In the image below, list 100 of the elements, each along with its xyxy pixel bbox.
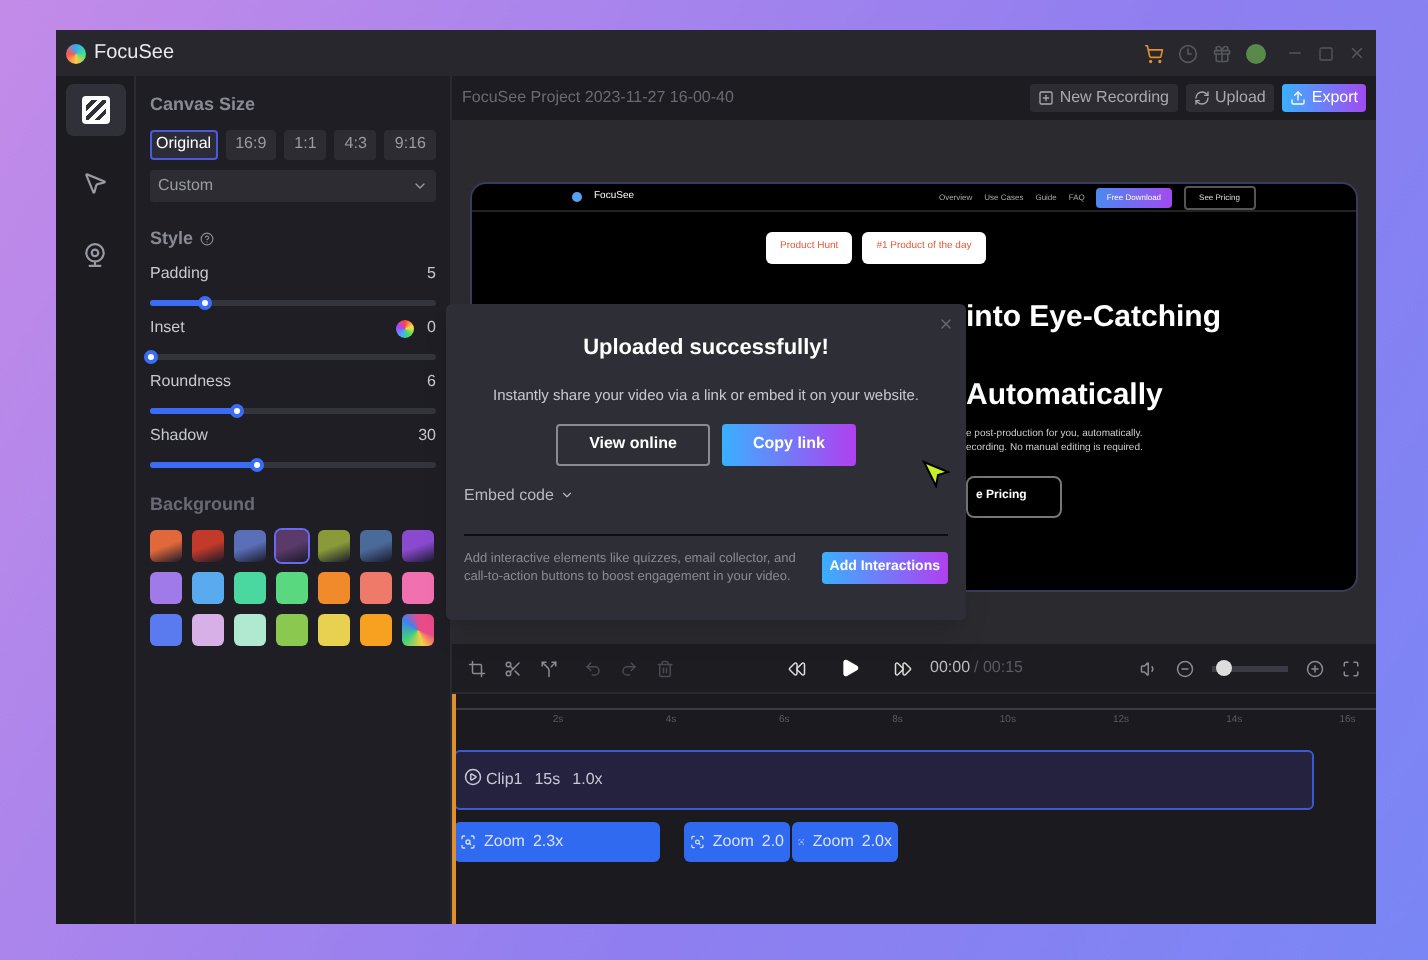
- site-logo-icon: [572, 192, 582, 202]
- background-swatch[interactable]: [150, 571, 182, 603]
- background-swatch[interactable]: [234, 613, 266, 645]
- background-swatch[interactable]: [276, 529, 308, 561]
- export-button[interactable]: Export: [1281, 84, 1366, 112]
- slider-fill: [150, 462, 256, 468]
- zoom-label: Zoom: [812, 830, 854, 854]
- zoom-label: Zoom: [484, 830, 525, 854]
- background-swatch[interactable]: [276, 571, 308, 603]
- background-swatch[interactable]: [402, 529, 434, 561]
- zoom-in-icon[interactable]: [1306, 659, 1324, 677]
- background-swatch[interactable]: [360, 529, 392, 561]
- slider-track[interactable]: [150, 462, 436, 468]
- zoom-icon: [690, 834, 705, 850]
- background-swatch[interactable]: [318, 529, 350, 561]
- embed-code-toggle[interactable]: Embed code: [464, 483, 554, 508]
- clip-speed: 1.0x: [572, 768, 603, 792]
- background-swatch[interactable]: [150, 613, 182, 645]
- zoom-block[interactable]: Zoom 2.3x: [454, 822, 660, 862]
- zoom-block[interactable]: Zoom 2.0: [684, 822, 790, 862]
- clip-icon: [464, 768, 482, 786]
- copy-link-button[interactable]: Copy link: [722, 423, 856, 466]
- slider-label: Padding: [150, 262, 209, 286]
- fast-forward-icon[interactable]: [894, 659, 912, 677]
- background-swatch[interactable]: [192, 529, 224, 561]
- background-swatch[interactable]: [192, 613, 224, 645]
- slider-thumb[interactable]: [144, 350, 158, 364]
- fit-icon[interactable]: [1342, 659, 1360, 677]
- dialog-title: Uploaded successfully!: [583, 334, 829, 364]
- help-icon[interactable]: [199, 231, 214, 246]
- background-swatch[interactable]: [360, 571, 392, 603]
- plus-square-icon: [1037, 90, 1054, 106]
- slider-thumb[interactable]: [249, 458, 264, 472]
- view-online-button[interactable]: View online: [556, 423, 710, 466]
- ratio-tab[interactable]: Original: [150, 129, 218, 159]
- zoom-value: 2.0x: [861, 830, 892, 854]
- canvas-icon: [81, 96, 109, 124]
- section-title: Background: [150, 492, 258, 518]
- crop-icon[interactable]: [468, 659, 486, 677]
- ratio-tab[interactable]: 4:3: [334, 129, 377, 159]
- background-swatch[interactable]: [234, 529, 266, 561]
- header-button[interactable]: Upload: [1185, 84, 1274, 112]
- ratio-tab[interactable]: 16:9: [225, 129, 277, 159]
- chevron-down-icon[interactable]: [559, 488, 574, 503]
- volume-icon[interactable]: [1140, 659, 1158, 677]
- background-swatch[interactable]: [360, 613, 392, 645]
- zoom-icon: [460, 834, 476, 850]
- site-headline: into Eye-Catching: [966, 297, 1222, 337]
- duration-time: / 00:15: [974, 656, 1023, 680]
- background-swatch[interactable]: [150, 529, 182, 561]
- background-swatch[interactable]: [234, 571, 266, 603]
- background-swatch[interactable]: [318, 613, 350, 645]
- cursor-icon: [82, 169, 108, 195]
- export-icon: [1289, 90, 1306, 106]
- color-wheel-icon[interactable]: [395, 319, 414, 337]
- split-icon[interactable]: [540, 659, 558, 677]
- slider-label: Roundness: [150, 370, 231, 394]
- background-swatch[interactable]: [318, 571, 350, 603]
- slider-value: 0: [427, 316, 436, 340]
- slider-fill: [150, 408, 236, 414]
- slider-value: 30: [418, 424, 436, 448]
- size-dropdown[interactable]: Custom: [150, 169, 436, 201]
- zoom-label: Zoom: [712, 830, 754, 854]
- play-icon[interactable]: [840, 658, 860, 678]
- background-swatch[interactable]: [276, 613, 308, 645]
- slider-value: 6: [427, 370, 436, 394]
- section-title: Canvas Size: [150, 92, 258, 118]
- zoom-block[interactable]: Zoom 2.0x: [792, 822, 898, 862]
- rewind-icon[interactable]: [788, 659, 806, 677]
- zoom-slider-thumb[interactable]: [1215, 660, 1231, 676]
- clip-track[interactable]: Clip1 15s 1.0x: [454, 750, 1314, 810]
- zoom-value: 2.0: [761, 830, 784, 854]
- clip-length: 15s: [534, 768, 561, 792]
- header-button[interactable]: New Recording: [1029, 84, 1178, 112]
- slider-value: 5: [427, 262, 436, 286]
- current-time: 00:00: [930, 656, 971, 680]
- section-title: Style: [150, 225, 194, 252]
- webcam-icon: [82, 241, 108, 267]
- project-title: FocuSee Project 2023-11-27 16-00-40: [462, 86, 734, 110]
- window-title: FocuSee: [94, 40, 175, 68]
- zoom-out-icon[interactable]: [1176, 659, 1194, 677]
- avatar-icon[interactable]: [1246, 43, 1266, 63]
- zoom-value: 2.3x: [532, 830, 564, 854]
- scissors-icon[interactable]: [504, 659, 522, 677]
- background-swatch[interactable]: [402, 571, 434, 603]
- slider-label: Inset: [150, 316, 185, 340]
- slider-thumb[interactable]: [229, 404, 244, 418]
- close-icon[interactable]: [938, 316, 954, 332]
- slider-label: Shadow: [150, 424, 208, 448]
- background-swatch[interactable]: [402, 613, 434, 645]
- ratio-tab[interactable]: 9:16: [384, 129, 436, 159]
- slider-track[interactable]: [150, 408, 436, 414]
- site-headline: Automatically: [966, 376, 1165, 416]
- background-swatch[interactable]: [192, 571, 224, 603]
- slider-thumb[interactable]: [198, 296, 213, 310]
- cart-icon[interactable]: [1144, 43, 1164, 63]
- ratio-tab[interactable]: 1:1: [284, 129, 327, 159]
- rail-tab[interactable]: [65, 84, 125, 136]
- zoom-slider[interactable]: [1212, 660, 1288, 676]
- clip-name: Clip1: [486, 768, 523, 792]
